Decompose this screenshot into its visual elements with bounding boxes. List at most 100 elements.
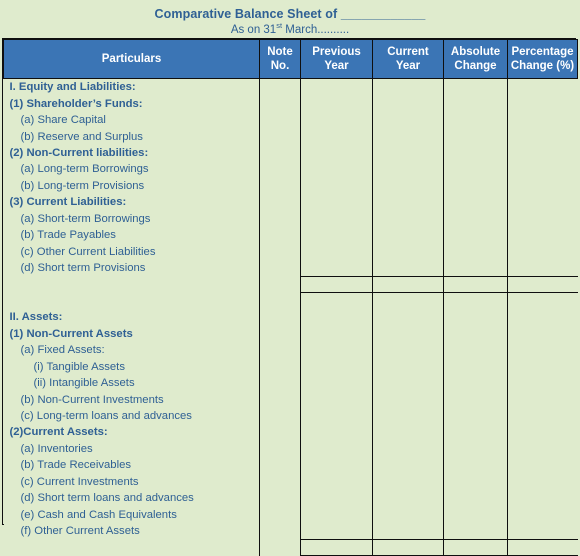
cell-absolute-change[interactable] [443, 407, 508, 425]
cell-current-year[interactable] [372, 440, 444, 458]
cell-note-no[interactable] [259, 161, 301, 178]
cell-previous-year[interactable] [300, 144, 373, 162]
cell-note-no[interactable] [259, 374, 301, 392]
cell-note-no[interactable] [259, 407, 301, 425]
cell-percentage-change[interactable] [507, 243, 578, 260]
cell-absolute-change[interactable] [443, 95, 508, 112]
cell-note-no[interactable] [259, 325, 301, 342]
cell-note-no[interactable] [259, 95, 301, 112]
cell-previous-year[interactable] [300, 473, 373, 490]
cell-previous-year[interactable] [300, 325, 373, 342]
cell-current-year[interactable] [372, 391, 444, 408]
cell-note-no[interactable] [259, 506, 301, 523]
cell-percentage-change[interactable] [507, 78, 578, 96]
cell-absolute-change[interactable] [443, 78, 508, 96]
cell-percentage-change[interactable] [507, 358, 578, 375]
cell-absolute-change[interactable] [443, 210, 508, 227]
cell-percentage-change[interactable] [507, 259, 578, 277]
cell-previous-year[interactable] [300, 243, 373, 260]
cell-note-no[interactable] [259, 292, 301, 310]
cell-percentage-change[interactable] [507, 111, 578, 129]
cell-absolute-change[interactable] [443, 457, 508, 474]
cell-percentage-change[interactable] [507, 407, 578, 425]
cell-note-no[interactable] [259, 489, 301, 507]
cell-previous-year[interactable] [300, 424, 373, 441]
cell-previous-year[interactable] [300, 407, 373, 425]
cell-previous-year[interactable] [300, 128, 373, 145]
cell-percentage-change[interactable] [507, 342, 578, 359]
cell-previous-year[interactable] [300, 111, 373, 129]
cell-percentage-change[interactable] [507, 538, 578, 556]
cell-percentage-change[interactable] [507, 309, 578, 326]
cell-note-no[interactable] [259, 358, 301, 375]
cell-percentage-change[interactable] [507, 128, 578, 145]
cell-current-year[interactable] [372, 473, 444, 490]
cell-previous-year[interactable] [300, 259, 373, 277]
cell-previous-year[interactable] [300, 309, 373, 326]
cell-note-no[interactable] [259, 177, 301, 195]
cell-absolute-change[interactable] [443, 161, 508, 178]
cell-current-year[interactable] [372, 210, 444, 227]
cell-percentage-change[interactable] [507, 95, 578, 112]
cell-note-no[interactable] [259, 78, 301, 96]
cell-current-year[interactable] [372, 259, 444, 277]
cell-note-no[interactable] [259, 440, 301, 458]
cell-note-no[interactable] [259, 391, 301, 408]
cell-percentage-change[interactable] [507, 473, 578, 490]
cell-previous-year[interactable] [300, 457, 373, 474]
cell-note-no[interactable] [259, 309, 301, 326]
cell-note-no[interactable] [259, 342, 301, 359]
cell-note-no[interactable] [259, 128, 301, 145]
cell-percentage-change[interactable] [507, 440, 578, 458]
cell-absolute-change[interactable] [443, 243, 508, 260]
cell-note-no[interactable] [259, 194, 301, 211]
cell-absolute-change[interactable] [443, 177, 508, 195]
cell-absolute-change[interactable] [443, 144, 508, 162]
cell-percentage-change[interactable] [507, 457, 578, 474]
cell-current-year[interactable] [372, 243, 444, 260]
cell-percentage-change[interactable] [507, 506, 578, 523]
cell-current-year[interactable] [372, 275, 444, 293]
cell-percentage-change[interactable] [507, 144, 578, 162]
cell-current-year[interactable] [372, 342, 444, 359]
cell-current-year[interactable] [372, 128, 444, 145]
cell-current-year[interactable] [372, 226, 444, 244]
cell-current-year[interactable] [372, 78, 444, 96]
cell-percentage-change[interactable] [507, 177, 578, 195]
cell-note-no[interactable] [259, 226, 301, 244]
cell-absolute-change[interactable] [443, 358, 508, 375]
cell-previous-year[interactable] [300, 342, 373, 359]
cell-current-year[interactable] [372, 538, 444, 556]
cell-absolute-change[interactable] [443, 325, 508, 342]
cell-previous-year[interactable] [300, 292, 373, 310]
cell-current-year[interactable] [372, 374, 444, 392]
cell-absolute-change[interactable] [443, 226, 508, 244]
cell-percentage-change[interactable] [507, 391, 578, 408]
cell-note-no[interactable] [259, 144, 301, 162]
cell-percentage-change[interactable] [507, 424, 578, 441]
cell-previous-year[interactable] [300, 391, 373, 408]
cell-current-year[interactable] [372, 424, 444, 441]
cell-previous-year[interactable] [300, 194, 373, 211]
cell-current-year[interactable] [372, 506, 444, 523]
cell-note-no[interactable] [259, 424, 301, 441]
cell-absolute-change[interactable] [443, 374, 508, 392]
cell-previous-year[interactable] [300, 374, 373, 392]
cell-current-year[interactable] [372, 177, 444, 195]
cell-percentage-change[interactable] [507, 226, 578, 244]
cell-note-no[interactable] [259, 522, 301, 540]
cell-absolute-change[interactable] [443, 473, 508, 490]
cell-current-year[interactable] [372, 489, 444, 507]
cell-current-year[interactable] [372, 309, 444, 326]
cell-previous-year[interactable] [300, 522, 373, 540]
cell-absolute-change[interactable] [443, 309, 508, 326]
cell-absolute-change[interactable] [443, 391, 508, 408]
cell-current-year[interactable] [372, 144, 444, 162]
cell-absolute-change[interactable] [443, 538, 508, 556]
cell-absolute-change[interactable] [443, 194, 508, 211]
cell-current-year[interactable] [372, 325, 444, 342]
cell-previous-year[interactable] [300, 506, 373, 523]
cell-percentage-change[interactable] [507, 210, 578, 227]
cell-current-year[interactable] [372, 407, 444, 425]
cell-previous-year[interactable] [300, 538, 373, 556]
